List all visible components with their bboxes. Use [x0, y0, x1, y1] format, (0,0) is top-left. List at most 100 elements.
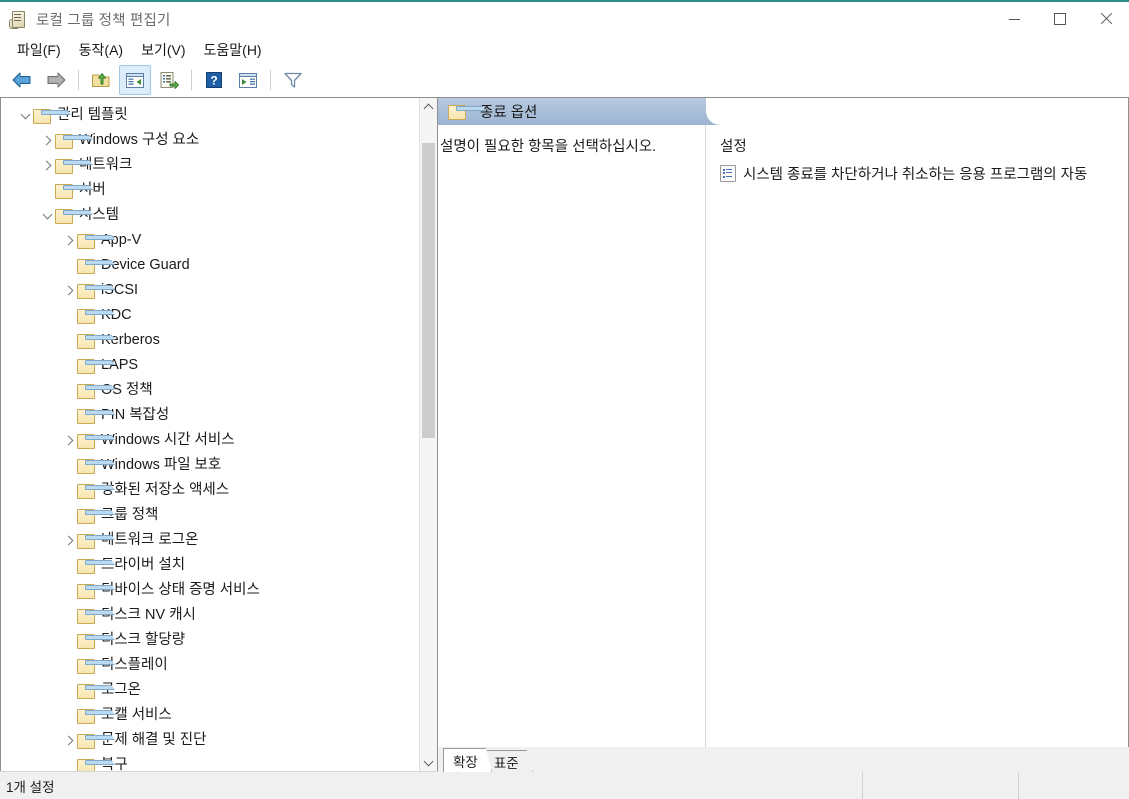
detail-pane: 종료 옵션 설명이 필요한 항목을 선택하십시오. 설정 시스템 종료를 차단하…: [437, 97, 1129, 772]
setting-label: 시스템 종료를 차단하거나 취소하는 응용 프로그램의 자동: [743, 166, 1088, 183]
tree-item[interactable]: 문제 해결 및 진단: [1, 728, 419, 753]
scroll-up-button[interactable]: [420, 98, 437, 115]
up-folder-icon: [92, 73, 110, 87]
folder-icon: [77, 683, 115, 699]
tree-item[interactable]: 디스플레이: [1, 653, 419, 678]
tab-extended-label: 확장: [453, 754, 478, 770]
tree-item[interactable]: Windows 시간 서비스: [1, 428, 419, 453]
tree-item[interactable]: KDC: [1, 303, 419, 328]
menu-item-action[interactable]: 동작(A): [70, 37, 132, 63]
forward-button[interactable]: [40, 65, 72, 95]
tree-item-label: 네트워크 로그온: [101, 532, 199, 549]
tree-item[interactable]: Windows 파일 보호: [1, 453, 419, 478]
expander-placeholder: [61, 508, 77, 524]
tree-item[interactable]: PIN 복잡성: [1, 403, 419, 428]
tree-scroll-area[interactable]: 관리 템플릿 Windows 구성 요소네트워크 서버 시스템 App-V Device …: [1, 98, 419, 771]
folder-icon: [77, 383, 115, 399]
tree-item[interactable]: 복구: [1, 753, 419, 771]
tree-item[interactable]: 네트워크: [1, 153, 419, 178]
chevron-right-icon[interactable]: [61, 233, 77, 249]
minimize-button[interactable]: [991, 1, 1037, 37]
chevron-down-icon[interactable]: [39, 208, 55, 224]
status-text: 1개 설정: [6, 779, 55, 795]
scroll-down-button[interactable]: [420, 754, 437, 771]
title-bar: 로컬 그룹 정책 편집기: [0, 0, 1129, 37]
expander-placeholder: [61, 483, 77, 499]
status-cell-2: [1018, 772, 1129, 799]
chevron-right-icon[interactable]: [61, 533, 77, 549]
expander-placeholder: [61, 658, 77, 674]
show-hide-tree-icon: [126, 72, 144, 88]
maximize-icon: [1054, 13, 1066, 25]
tree-item[interactable]: 로그온: [1, 678, 419, 703]
svg-text:?: ?: [210, 74, 217, 88]
tree-item[interactable]: iSCSI: [1, 278, 419, 303]
expander-placeholder: [61, 633, 77, 649]
tree-item-label: 드라이버 설치: [101, 557, 186, 574]
expander-placeholder: [61, 383, 77, 399]
tree-item[interactable]: 그룹 정책: [1, 503, 419, 528]
tree-item[interactable]: 로캘 서비스: [1, 703, 419, 728]
tree-vertical-scrollbar[interactable]: [419, 98, 437, 771]
settings-list-column: 설정 시스템 종료를 차단하거나 취소하는 응용 프로그램의 자동: [706, 125, 1128, 771]
tree-item[interactable]: 관리 템플릿: [1, 103, 419, 128]
menu-item-help[interactable]: 도움말(H): [195, 37, 271, 63]
folder-icon: [55, 133, 93, 149]
tree-item[interactable]: 서버: [1, 178, 419, 203]
status-cell-1: [862, 772, 1018, 799]
tree-item[interactable]: 디스크 NV 캐시: [1, 603, 419, 628]
up-folder-button[interactable]: [85, 65, 117, 95]
maximize-button[interactable]: [1037, 1, 1083, 37]
tab-standard[interactable]: 표준: [483, 750, 533, 772]
status-bar: 1개 설정: [0, 771, 1129, 799]
chevron-right-icon[interactable]: [39, 158, 55, 174]
tree-item[interactable]: 디바이스 상태 증명 서비스: [1, 578, 419, 603]
close-icon: [1100, 13, 1112, 25]
tree-item[interactable]: Kerberos: [1, 328, 419, 353]
tree-item[interactable]: OS 정책: [1, 378, 419, 403]
help-button[interactable]: ?: [198, 65, 230, 95]
menu-item-file[interactable]: 파일(F): [8, 37, 70, 63]
show-hide-tree-button[interactable]: [119, 65, 151, 95]
filter-button[interactable]: [277, 65, 309, 95]
folder-icon: [33, 108, 71, 124]
scroll-thumb[interactable]: [422, 143, 435, 438]
chevron-down-icon[interactable]: [17, 108, 33, 124]
export-list-button[interactable]: [153, 65, 185, 95]
export-list-icon: [160, 72, 179, 89]
folder-icon: [55, 208, 93, 224]
expander-placeholder: [61, 558, 77, 574]
folder-icon: [55, 183, 93, 199]
chevron-right-icon[interactable]: [61, 433, 77, 449]
tab-standard-label: 표준: [493, 755, 519, 771]
menu-item-view[interactable]: 보기(V): [132, 37, 194, 63]
close-button[interactable]: [1083, 1, 1129, 37]
tree-item-label: Windows 파일 보호: [101, 457, 222, 474]
folder-icon: [77, 433, 115, 449]
settings-list[interactable]: 시스템 종료를 차단하거나 취소하는 응용 프로그램의 자동: [720, 162, 1128, 184]
folder-icon: [77, 333, 115, 349]
tree-item[interactable]: 디스크 할당량: [1, 628, 419, 653]
back-button[interactable]: [6, 65, 38, 95]
tree-item-label: 디바이스 상태 증명 서비스: [101, 582, 260, 599]
folder-icon: [77, 508, 115, 524]
setting-row[interactable]: 시스템 종료를 차단하거나 취소하는 응용 프로그램의 자동: [720, 162, 1128, 184]
tree-item[interactable]: Device Guard: [1, 253, 419, 278]
tree-item[interactable]: 시스템: [1, 203, 419, 228]
tree-item[interactable]: 네트워크 로그온: [1, 528, 419, 553]
tree-item[interactable]: Windows 구성 요소: [1, 128, 419, 153]
tree-item[interactable]: 강화된 저장소 액세스: [1, 478, 419, 503]
show-hide-action-pane-button[interactable]: [232, 65, 264, 95]
expander-placeholder: [61, 258, 77, 274]
tree-item[interactable]: LAPS: [1, 353, 419, 378]
tree-item[interactable]: 드라이버 설치: [1, 553, 419, 578]
detail-header-notch: [706, 98, 1128, 125]
expander-placeholder: [61, 358, 77, 374]
menu-bar: 파일(F) 동작(A) 보기(V) 도움말(H): [0, 37, 1129, 63]
chevron-right-icon[interactable]: [61, 733, 77, 749]
tree-item[interactable]: App-V: [1, 228, 419, 253]
tab-extended[interactable]: 확장: [443, 748, 492, 772]
chevron-right-icon[interactable]: [39, 133, 55, 149]
chevron-right-icon[interactable]: [61, 283, 77, 299]
tree-item-label: Windows 구성 요소: [79, 132, 200, 149]
